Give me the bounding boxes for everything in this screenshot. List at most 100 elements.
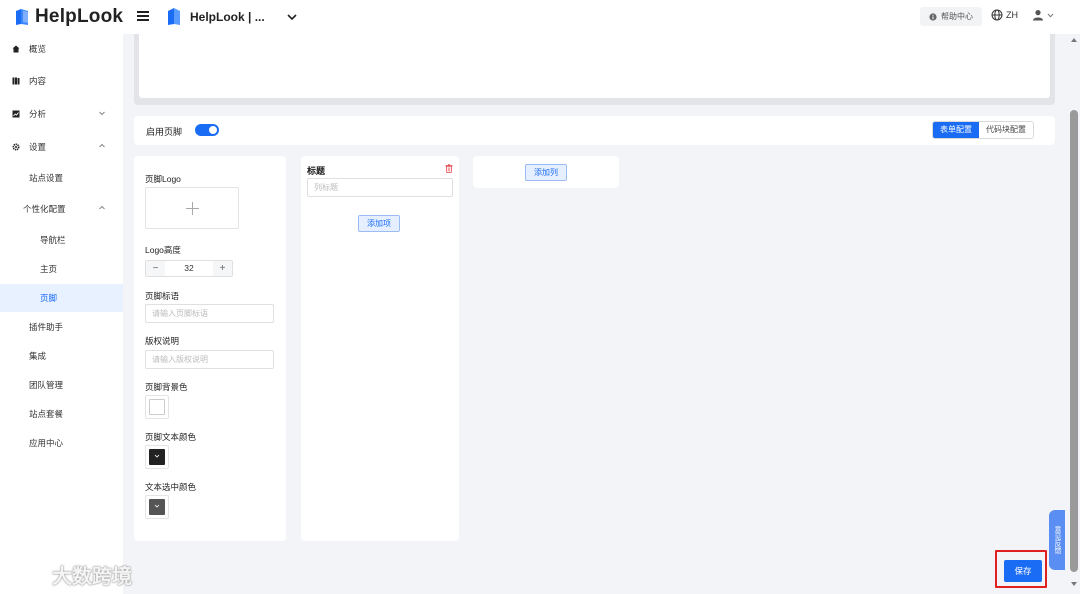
helplook-logo[interactable]: HelpLook <box>14 6 123 28</box>
site-book-icon <box>168 8 180 25</box>
chevron-down-icon <box>287 13 297 20</box>
sidebar-item-content[interactable]: 内容 <box>0 67 123 95</box>
site-name: HelpLook | ... <box>190 9 265 24</box>
sidebar-item-label: 概览 <box>29 44 47 54</box>
language-switcher[interactable]: ZH <box>991 9 1018 21</box>
sidebar-item-label: 站点设置 <box>29 173 64 183</box>
sidebar-item-label: 插件助手 <box>29 322 64 332</box>
text-color-swatch <box>149 449 165 465</box>
help-center-label: 帮助中心 <box>941 12 973 21</box>
sidebar-item-plans[interactable]: 站点套餐 <box>0 400 123 428</box>
scroll-up-icon[interactable] <box>1070 36 1078 44</box>
bg-color-picker[interactable] <box>145 395 169 419</box>
save-button[interactable]: 保存 <box>1004 560 1042 582</box>
menu-toggle-icon[interactable] <box>137 11 149 21</box>
watermark-text: 大数跨境 <box>52 566 132 588</box>
user-menu[interactable] <box>1032 9 1054 21</box>
info-icon <box>929 12 937 21</box>
footer-column-panel: 标题 列标题 添加项 <box>301 156 459 541</box>
logo-height-value[interactable]: 32 <box>165 261 213 276</box>
column-title-input[interactable]: 列标题 <box>307 178 453 197</box>
sidebar-item-label: 页脚 <box>40 293 58 303</box>
chevron-up-icon <box>99 143 105 148</box>
sidebar-item-navbar[interactable]: 导航栏 <box>0 226 123 254</box>
sidebar-item-settings[interactable]: 设置 <box>0 133 123 161</box>
tab-code-config[interactable]: 代码块配置 <box>979 122 1033 138</box>
enable-footer-label: 启用页脚 <box>146 127 183 137</box>
sidebar-item-personalization[interactable]: 个性化配置 <box>0 195 123 223</box>
sidebar-item-site-settings[interactable]: 站点设置 <box>0 164 123 192</box>
slogan-label: 页脚标语 <box>145 291 180 301</box>
config-mode-tabs: 表单配置 代码块配置 <box>932 121 1034 139</box>
increment-button[interactable]: + <box>213 261 232 276</box>
site-switcher[interactable]: HelpLook | ... <box>166 7 297 26</box>
sidebar-item-label: 内容 <box>29 76 47 86</box>
add-column-panel: 添加列 <box>473 156 619 188</box>
chevron-down-icon <box>154 504 160 508</box>
book-icon <box>12 77 20 85</box>
sidebar-item-label: 个性化配置 <box>23 204 66 214</box>
sidebar-item-integrations[interactable]: 集成 <box>0 342 123 370</box>
add-item-button[interactable]: 添加项 <box>358 215 400 232</box>
sidebar-item-label: 应用中心 <box>29 438 64 448</box>
text-color-label: 页脚文本颜色 <box>145 432 197 442</box>
selected-color-swatch <box>149 499 165 515</box>
slogan-input[interactable]: 请输入页脚标语 <box>145 304 274 323</box>
sidebar-item-label: 主页 <box>40 264 58 274</box>
sidebar-item-overview[interactable]: 概览 <box>0 35 123 63</box>
sidebar-item-label: 分析 <box>29 109 47 119</box>
footer-form-panel: 页脚Logo Logo高度 − 32 + 页脚标语 请输入页脚标语 版权说明 请… <box>134 156 286 541</box>
logo-height-label: Logo高度 <box>145 245 181 255</box>
sidebar-item-label: 团队管理 <box>29 380 64 390</box>
preview-card <box>134 34 1055 105</box>
brand-name: HelpLook <box>35 6 124 27</box>
add-column-button[interactable]: 添加列 <box>525 164 567 181</box>
book-logo-icon <box>16 9 28 25</box>
sidebar-item-label: 导航栏 <box>40 235 66 245</box>
sidebar-item-homepage[interactable]: 主页 <box>0 255 123 283</box>
feedback-tab[interactable]: 意见反馈 <box>1049 510 1065 570</box>
globe-icon <box>991 9 1003 21</box>
language-label: ZH <box>1006 10 1018 20</box>
preview-area <box>139 34 1050 98</box>
chevron-up-icon <box>99 205 105 210</box>
chevron-down-icon <box>1047 13 1054 18</box>
home-icon <box>12 45 20 53</box>
chart-icon <box>12 110 20 118</box>
sidebar: 概览 内容 分析 设置 站点设置 个性化配置 导航栏 主页 页脚 插件助手 集成… <box>0 34 123 594</box>
sidebar-item-analytics[interactable]: 分析 <box>0 100 123 128</box>
sidebar-item-label: 设置 <box>29 142 47 152</box>
footer-switch-bar: 启用页脚 表单配置 代码块配置 <box>134 116 1055 145</box>
watermark: 大数跨境 <box>8 560 132 589</box>
decrement-button[interactable]: − <box>146 261 165 276</box>
text-color-picker[interactable] <box>145 445 169 469</box>
main-content: 启用页脚 表单配置 代码块配置 页脚Logo Logo高度 − 32 + 页脚标… <box>123 34 1068 594</box>
sidebar-item-label: 站点套餐 <box>29 409 64 419</box>
logo-label: 页脚Logo <box>145 174 181 184</box>
bg-color-swatch <box>149 399 165 415</box>
chevron-down-icon <box>99 111 105 116</box>
scroll-down-icon[interactable] <box>1070 580 1078 588</box>
column-title: 标题 <box>307 166 326 176</box>
help-center-button[interactable]: 帮助中心 <box>920 7 982 26</box>
sidebar-item-plugins[interactable]: 插件助手 <box>0 313 123 341</box>
chevron-down-icon <box>154 454 160 458</box>
logo-upload[interactable] <box>145 187 239 229</box>
logo-height-stepper: − 32 + <box>145 260 233 277</box>
trash-icon[interactable] <box>445 164 453 173</box>
top-bar: HelpLook HelpLook | ... 帮助中心 ZH <box>0 0 1080 34</box>
copyright-label: 版权说明 <box>145 336 180 346</box>
bg-color-label: 页脚背景色 <box>145 382 188 392</box>
gear-icon <box>12 143 20 151</box>
copyright-input[interactable]: 请输入版权说明 <box>145 350 274 369</box>
watermark-logo-icon <box>10 565 48 583</box>
sidebar-item-label: 集成 <box>29 351 47 361</box>
selected-color-label: 文本选中颜色 <box>145 482 197 492</box>
selected-color-picker[interactable] <box>145 495 169 519</box>
sidebar-item-apps[interactable]: 应用中心 <box>0 429 123 457</box>
sidebar-item-footer[interactable]: 页脚 <box>0 284 123 312</box>
scrollbar-thumb[interactable] <box>1070 110 1078 572</box>
tab-form-config[interactable]: 表单配置 <box>933 122 979 138</box>
enable-footer-toggle[interactable] <box>195 124 219 136</box>
sidebar-item-team[interactable]: 团队管理 <box>0 371 123 399</box>
